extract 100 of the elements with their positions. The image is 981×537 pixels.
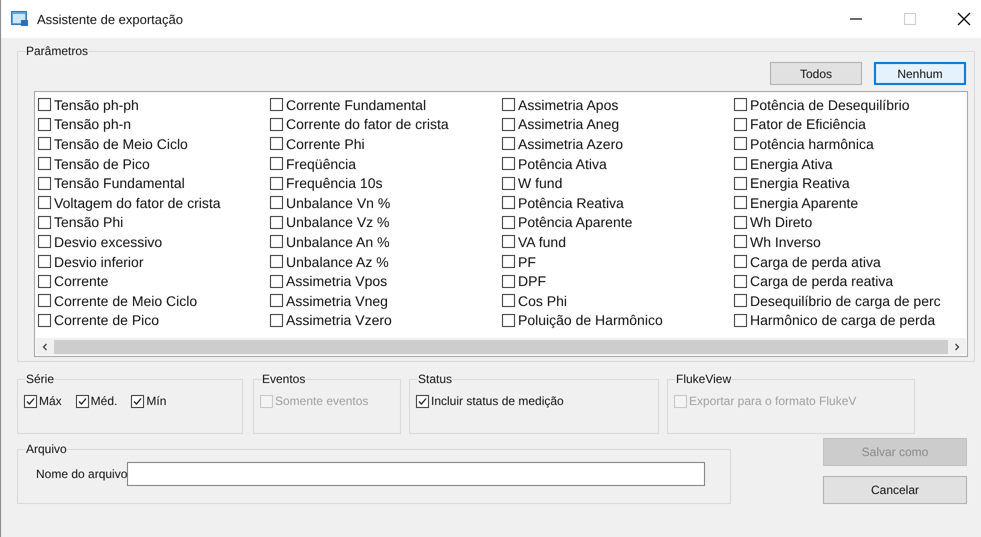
parameter-label: Unbalance An % xyxy=(286,234,390,250)
option-label: Méd. xyxy=(90,394,118,408)
parameter-label: Energia Reativa xyxy=(750,175,850,192)
checkbox[interactable] xyxy=(734,98,747,112)
checkbox[interactable] xyxy=(38,235,51,248)
checkbox[interactable] xyxy=(270,294,283,308)
scroll-thumb[interactable] xyxy=(54,340,948,354)
checkbox[interactable] xyxy=(76,394,89,408)
parameter-label: Harmônico de carga de perda xyxy=(750,312,936,328)
checkbox[interactable] xyxy=(502,235,515,248)
parameter-label: Desvio inferior xyxy=(54,254,144,270)
option-label: Mín xyxy=(146,394,166,408)
checkbox[interactable] xyxy=(734,118,747,131)
checkbox[interactable] xyxy=(38,137,51,150)
group-title: FlukeView xyxy=(676,372,732,386)
parameter-label: DPF xyxy=(518,273,546,290)
parameter-label: Potência Reativa xyxy=(518,194,624,211)
parameter-label: Tensão ph-n xyxy=(54,116,132,132)
checkbox[interactable] xyxy=(38,118,51,131)
parameter-label: Wh Direto xyxy=(750,214,812,230)
close-icon[interactable] xyxy=(957,12,971,26)
checkbox[interactable] xyxy=(38,196,51,210)
select-button[interactable]: Todos xyxy=(770,62,862,85)
checkbox[interactable] xyxy=(502,314,515,327)
parameter-label: Corrente Fundamental xyxy=(286,96,426,113)
checkbox[interactable] xyxy=(734,137,747,150)
parameter-label: W fund xyxy=(518,175,562,192)
checkbox[interactable] xyxy=(502,255,515,268)
parameter-label: Energia Ativa xyxy=(750,156,832,172)
checkbox[interactable] xyxy=(502,294,515,308)
checkbox[interactable] xyxy=(24,394,37,408)
checkbox[interactable] xyxy=(502,216,515,229)
checkbox[interactable] xyxy=(270,255,283,268)
checkbox[interactable] xyxy=(502,118,515,131)
checkbox[interactable] xyxy=(502,274,515,288)
parameter-label: Corrente xyxy=(54,273,108,290)
checkbox[interactable] xyxy=(734,216,747,229)
checkbox[interactable] xyxy=(502,196,515,210)
checkbox[interactable] xyxy=(38,255,51,268)
parameter-label: Wh Inverso xyxy=(750,234,821,250)
checkbox[interactable] xyxy=(734,274,747,288)
action-button[interactable]: Cancelar xyxy=(823,476,967,504)
checkbox[interactable] xyxy=(38,98,51,112)
parameter-label: PF xyxy=(518,254,536,270)
parameter-label: VA fund xyxy=(518,234,566,250)
parameter-label: Energia Aparente xyxy=(750,194,858,211)
parameter-label: Potência harmônica xyxy=(750,136,874,152)
checkbox[interactable] xyxy=(270,98,283,112)
parameter-label: Potência Ativa xyxy=(518,156,607,172)
checkbox[interactable] xyxy=(734,294,747,308)
app-icon xyxy=(11,11,29,27)
horizontal-scrollbar[interactable] xyxy=(36,338,966,355)
checkbox[interactable] xyxy=(38,314,51,327)
checkbox[interactable] xyxy=(734,157,747,170)
parameter-label: Assimetria Vpos xyxy=(286,273,388,290)
parameter-label: Cos Phi xyxy=(518,292,568,309)
checkbox[interactable] xyxy=(270,157,283,170)
checkbox[interactable] xyxy=(502,176,515,190)
parameter-label: Tensão Fundamental xyxy=(54,175,185,192)
parameter-label: Assimetria Azero xyxy=(518,136,624,152)
checkbox[interactable] xyxy=(502,137,515,150)
checkbox[interactable] xyxy=(270,235,283,248)
filename-field[interactable] xyxy=(127,462,706,486)
parameter-label: Assimetria Aneg xyxy=(518,116,620,132)
checkbox[interactable] xyxy=(502,98,515,112)
scroll-left-icon[interactable] xyxy=(40,342,50,352)
checkbox[interactable] xyxy=(38,274,51,288)
checkbox[interactable] xyxy=(734,235,747,248)
window-title: Assistente de exportação xyxy=(37,12,183,26)
option-label: Incluir status de medição xyxy=(431,394,564,408)
parameter-label: Assimetria Vneg xyxy=(286,292,388,309)
group-title: Série xyxy=(26,372,54,386)
parameter-label: Assimetria Vzero xyxy=(286,312,392,328)
checkbox[interactable] xyxy=(502,157,515,170)
parameter-label: Assimetria Apos xyxy=(518,96,618,113)
checkbox[interactable] xyxy=(270,176,283,190)
checkbox[interactable] xyxy=(270,216,283,229)
parameter-label: Corrente do fator de crista xyxy=(286,116,449,132)
parameter-label: Corrente de Meio Ciclo xyxy=(54,292,198,309)
checkbox[interactable] xyxy=(131,394,144,408)
checkbox[interactable] xyxy=(38,294,51,308)
checkbox[interactable] xyxy=(270,118,283,131)
checkbox[interactable] xyxy=(270,314,283,327)
checkbox[interactable] xyxy=(270,274,283,288)
checkbox[interactable] xyxy=(734,176,747,190)
parameter-label: Fator de Eficiência xyxy=(750,116,866,132)
checkbox[interactable] xyxy=(38,216,51,229)
checkbox[interactable] xyxy=(38,157,51,170)
group-title: Status xyxy=(418,372,452,386)
checkbox[interactable] xyxy=(734,196,747,210)
checkbox[interactable] xyxy=(416,394,429,408)
parameter-label: Unbalance Vz % xyxy=(286,214,390,230)
select-button[interactable]: Nenhum xyxy=(874,62,966,85)
scroll-right-icon[interactable] xyxy=(952,342,962,352)
checkbox[interactable] xyxy=(734,255,747,268)
checkbox[interactable] xyxy=(270,196,283,210)
checkbox[interactable] xyxy=(734,314,747,327)
checkbox[interactable] xyxy=(270,137,283,150)
parameter-label: Corrente Phi xyxy=(286,136,365,152)
checkbox[interactable] xyxy=(38,176,51,190)
